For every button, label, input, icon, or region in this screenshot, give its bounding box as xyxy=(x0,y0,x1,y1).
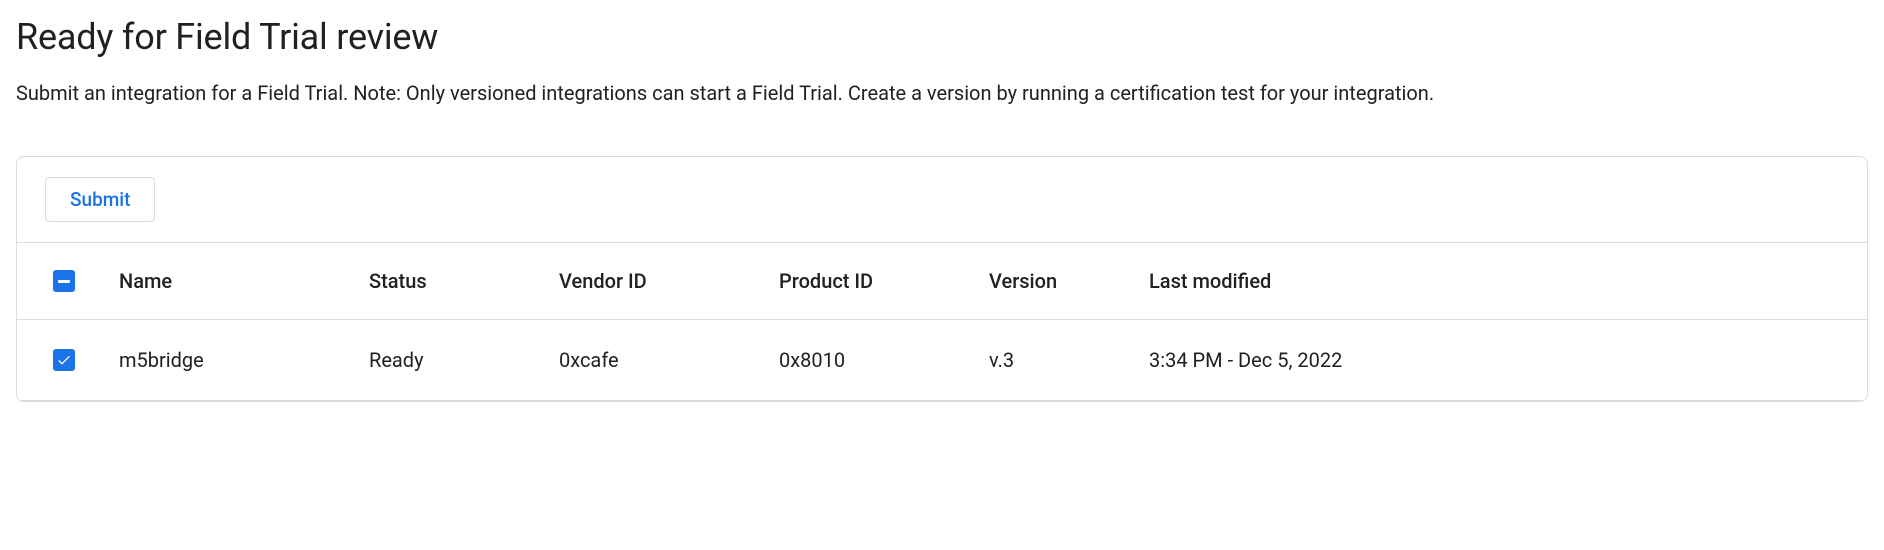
integrations-card: Submit Name Status Vendor ID Product ID … xyxy=(16,156,1868,402)
table-header-row: Name Status Vendor ID Product ID Version… xyxy=(17,243,1867,320)
submit-button[interactable]: Submit xyxy=(45,177,155,222)
header-name[interactable]: Name xyxy=(107,243,357,320)
cell-last-modified: 3:34 PM - Dec 5, 2022 xyxy=(1137,320,1867,401)
header-version[interactable]: Version xyxy=(977,243,1137,320)
row-checkbox[interactable] xyxy=(53,349,75,371)
cell-status: Ready xyxy=(357,320,547,401)
header-checkbox-cell xyxy=(17,243,107,320)
cell-product-id: 0x8010 xyxy=(767,320,977,401)
select-all-checkbox[interactable] xyxy=(53,270,75,292)
header-last-modified[interactable]: Last modified xyxy=(1137,243,1867,320)
card-toolbar: Submit xyxy=(17,157,1867,243)
cell-name: m5bridge xyxy=(107,320,357,401)
check-icon xyxy=(56,352,72,368)
page-description: Submit an integration for a Field Trial.… xyxy=(16,78,1566,108)
header-product-id[interactable]: Product ID xyxy=(767,243,977,320)
row-checkbox-cell xyxy=(17,320,107,401)
cell-version: v.3 xyxy=(977,320,1137,401)
integrations-table: Name Status Vendor ID Product ID Version… xyxy=(17,243,1867,401)
header-vendor-id[interactable]: Vendor ID xyxy=(547,243,767,320)
header-status[interactable]: Status xyxy=(357,243,547,320)
table-row[interactable]: m5bridge Ready 0xcafe 0x8010 v.3 3:34 PM… xyxy=(17,320,1867,401)
cell-vendor-id: 0xcafe xyxy=(547,320,767,401)
page-title: Ready for Field Trial review xyxy=(16,16,1868,58)
